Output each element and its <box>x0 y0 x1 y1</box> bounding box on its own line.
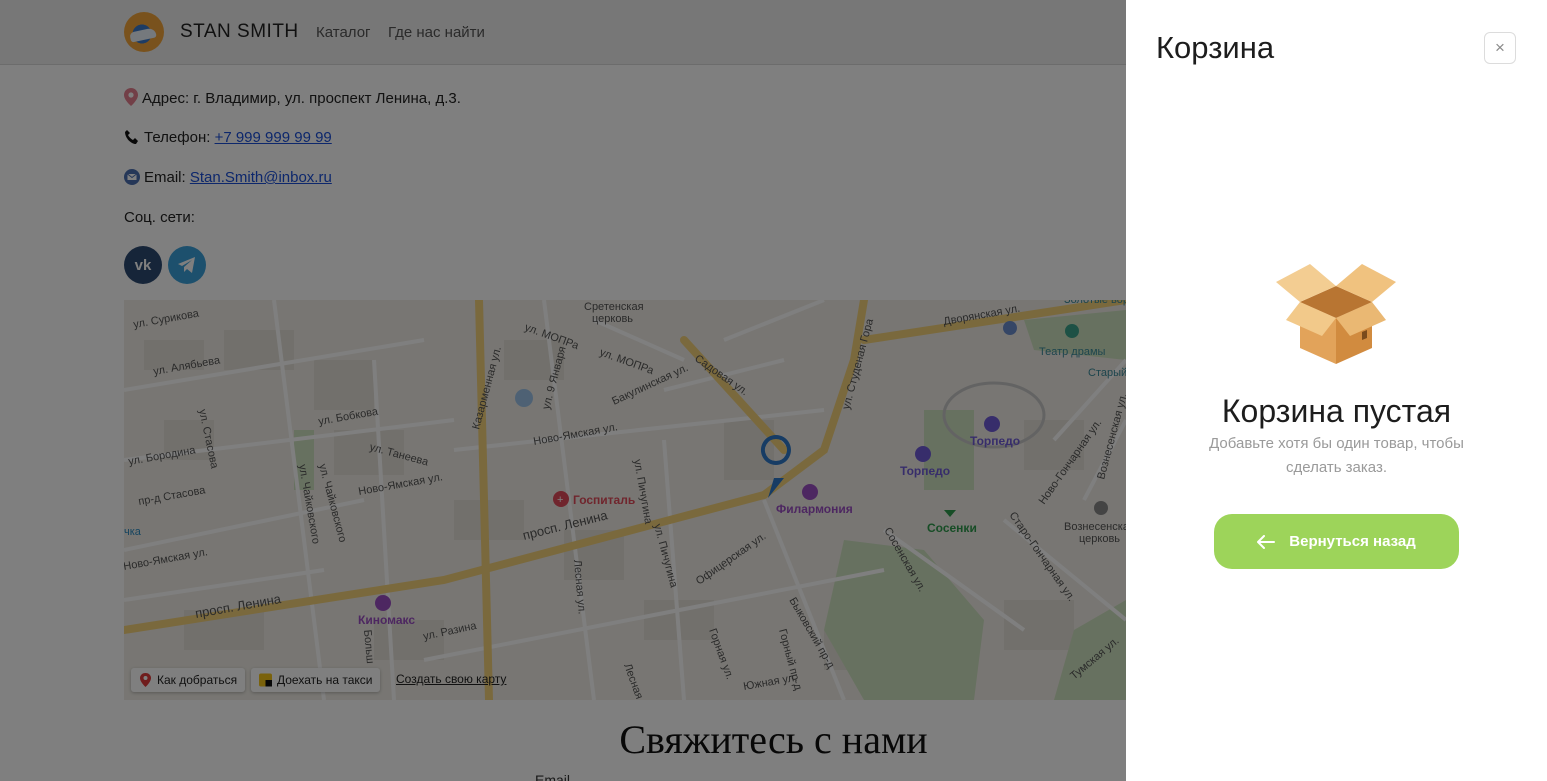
cart-title: Корзина <box>1156 30 1275 65</box>
close-icon[interactable]: × <box>1484 32 1516 64</box>
cart-empty-description: Добавьте хотя бы один товар, чтобы сдела… <box>1209 435 1464 476</box>
back-button-label: Вернуться назад <box>1289 533 1416 550</box>
empty-box-icon <box>1276 264 1396 364</box>
cart-drawer: Корзина × Корзина пустая Добавьте хотя б… <box>1126 0 1547 781</box>
back-button[interactable]: Вернуться назад <box>1214 514 1459 569</box>
cart-empty-title: Корзина пустая <box>1221 393 1452 429</box>
arrow-left-icon <box>1257 534 1276 549</box>
